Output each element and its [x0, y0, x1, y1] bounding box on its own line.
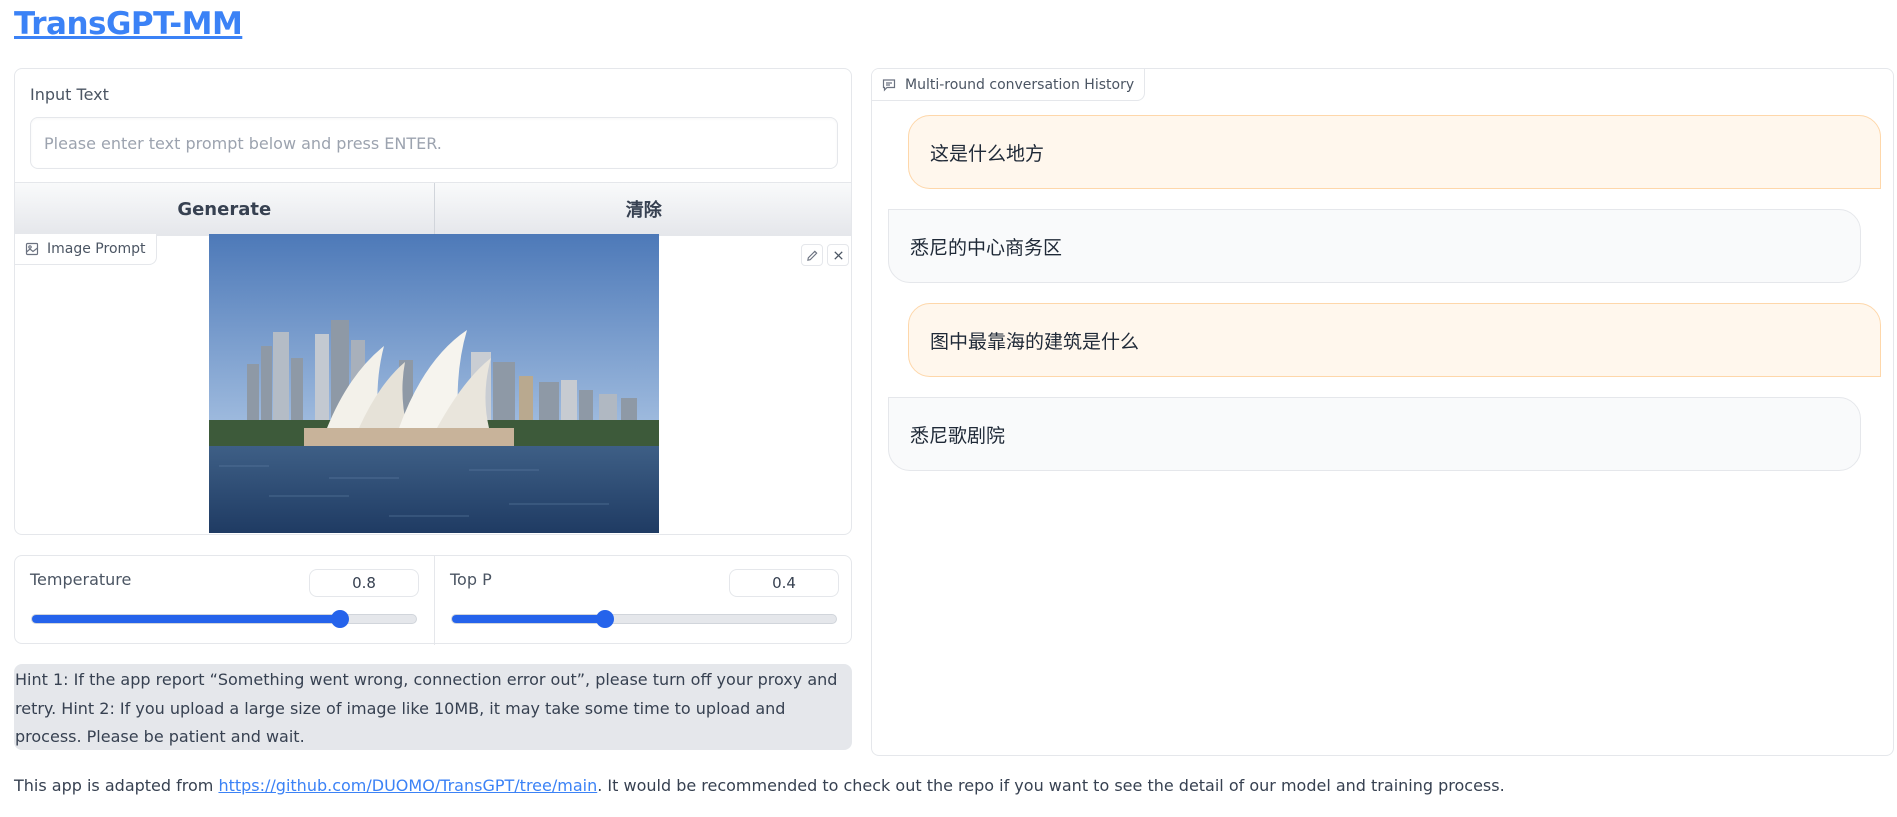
- top-p-number-input[interactable]: 0.4: [729, 569, 839, 597]
- repo-link[interactable]: https://github.com/DUOMO/TransGPT/tree/m…: [218, 776, 597, 795]
- temperature-slider-track[interactable]: [31, 614, 417, 624]
- top-p-label: Top P: [450, 570, 492, 589]
- user-message: 这是什么地方: [908, 115, 1881, 189]
- text-prompt-input[interactable]: [30, 117, 838, 169]
- parameters-panel: Temperature 0.8 Top P 0.4: [14, 555, 854, 645]
- close-icon: [833, 250, 843, 260]
- top-p-slider-fill: [452, 615, 606, 623]
- footer-prefix: This app is adapted from: [14, 776, 219, 795]
- image-prompt-label-text: Image Prompt: [47, 241, 146, 257]
- top-p-slider-track[interactable]: [451, 614, 837, 624]
- temperature-slider-fill: [32, 615, 340, 623]
- chat-history-label: Multi-round conversation History: [872, 69, 1146, 101]
- top-p-slider-thumb[interactable]: [596, 610, 615, 628]
- generate-button[interactable]: Generate: [15, 183, 434, 235]
- chat-history-panel: Multi-round conversation History 这是什么地方 …: [871, 68, 1894, 756]
- edit-image-button[interactable]: [801, 244, 823, 266]
- chat-history-label-text: Multi-round conversation History: [905, 76, 1135, 93]
- footer-suffix: . It would be recommended to check out t…: [597, 776, 1505, 795]
- remove-image-button[interactable]: [827, 244, 849, 266]
- temperature-slider-group: Temperature 0.8: [15, 556, 434, 645]
- uploaded-image: [209, 234, 659, 533]
- pencil-icon: [806, 250, 817, 261]
- app-title-link[interactable]: TransGPT-MM: [14, 6, 243, 42]
- footer-text: This app is adapted from https://github.…: [14, 776, 1505, 795]
- temperature-slider-thumb[interactable]: [330, 610, 349, 628]
- image-prompt-area[interactable]: Image Prompt: [15, 234, 851, 534]
- image-prompt-label: Image Prompt: [15, 234, 157, 265]
- temperature-number-input[interactable]: 0.8: [309, 569, 419, 597]
- temperature-label: Temperature: [30, 570, 132, 589]
- bot-message: 悉尼的中心商务区: [888, 209, 1861, 283]
- input-panel: Input Text Generate 清除: [14, 68, 852, 535]
- button-row: Generate 清除: [15, 182, 851, 236]
- chat-icon: [882, 78, 896, 91]
- input-text-label: Input Text: [30, 85, 109, 104]
- hint-text: Hint 1: If the app report “Something wen…: [14, 664, 852, 750]
- user-message: 图中最靠海的建筑是什么: [908, 303, 1881, 377]
- top-p-slider-group: Top P 0.4: [434, 556, 854, 645]
- clear-button[interactable]: 清除: [433, 183, 851, 235]
- bot-message: 悉尼歌剧院: [888, 397, 1861, 471]
- image-icon: [25, 242, 39, 256]
